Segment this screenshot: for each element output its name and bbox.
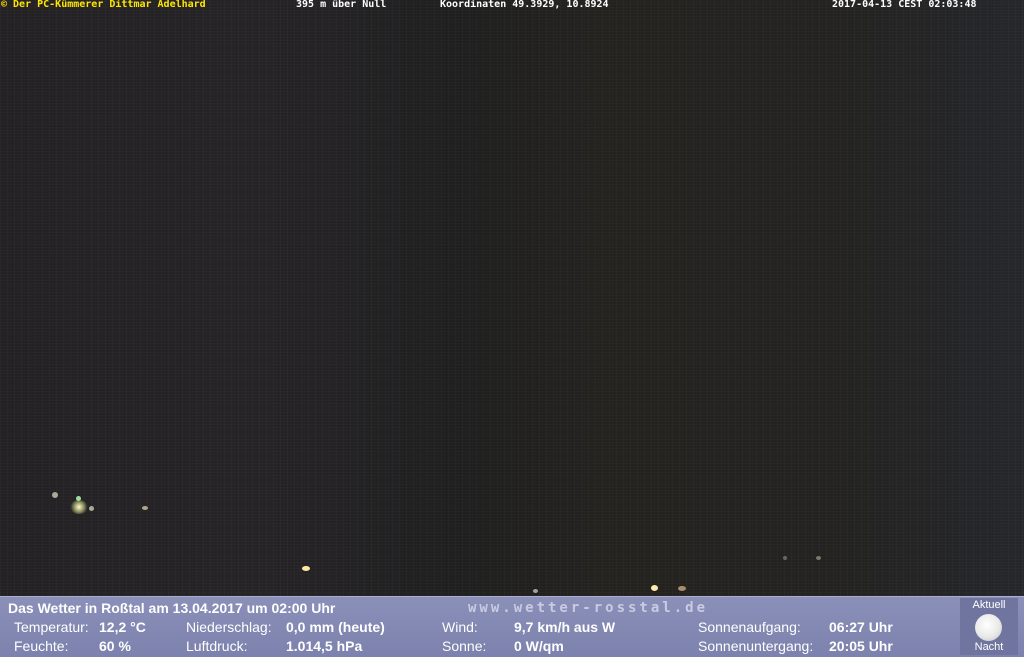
pressure-label: Luftdruck:	[186, 638, 248, 654]
moon-phase-box: Aktuell Nacht	[960, 598, 1018, 655]
street-light	[816, 556, 821, 560]
town-lights	[70, 500, 88, 514]
wind-value: 9,7 km/h aus W	[514, 619, 616, 635]
street-light	[302, 566, 310, 571]
humidity-label: Feuchte:	[14, 638, 69, 654]
sun-value: 0 W/qm	[514, 638, 564, 654]
altitude-text: 395 m über Null	[296, 0, 387, 10]
town-lights	[52, 492, 58, 498]
precipitation-label: Niederschlag:	[186, 619, 272, 635]
street-light	[783, 556, 787, 560]
sunset-label: Sonnenuntergang:	[698, 638, 814, 654]
weather-panel: Das Wetter in Roßtal am 13.04.2017 um 02…	[0, 596, 1024, 657]
full-moon-icon	[975, 614, 1002, 641]
precipitation-value: 0,0 mm (heute)	[286, 619, 385, 635]
sunrise-value: 06:27 Uhr	[829, 619, 893, 635]
wind-label: Wind:	[442, 619, 478, 635]
weather-headline: Das Wetter in Roßtal am 13.04.2017 um 02…	[8, 600, 336, 616]
moon-bottom-label: Nacht	[974, 641, 1004, 653]
webcam-image	[0, 0, 1024, 596]
sunrise-label: Sonnenaufgang:	[698, 619, 801, 635]
town-lights	[89, 506, 94, 511]
timestamp-text: 2017-04-13 CEST 02:03:48	[832, 0, 977, 10]
street-light	[651, 585, 658, 591]
camera-overlay: © Der PC-Kümmerer Dittmar Adelhard 395 m…	[0, 0, 1024, 11]
pressure-value: 1.014,5 hPa	[286, 638, 363, 654]
sun-label: Sonne:	[442, 638, 487, 654]
moon-top-label: Aktuell	[972, 599, 1006, 611]
street-light	[533, 589, 538, 593]
sunset-value: 20:05 Uhr	[829, 638, 893, 654]
town-lights	[142, 506, 148, 510]
temperature-label: Temperatur:	[14, 619, 89, 635]
coordinates-text: Koordinaten 49.3929, 10.8924	[440, 0, 609, 10]
town-lights	[76, 496, 81, 501]
website-link[interactable]: www.wetter-rosstal.de	[468, 600, 708, 616]
humidity-value: 60 %	[99, 638, 131, 654]
street-light	[678, 586, 686, 591]
copyright-text: © Der PC-Kümmerer Dittmar Adelhard	[1, 0, 206, 10]
temperature-value: 12,2 °C	[99, 619, 146, 635]
